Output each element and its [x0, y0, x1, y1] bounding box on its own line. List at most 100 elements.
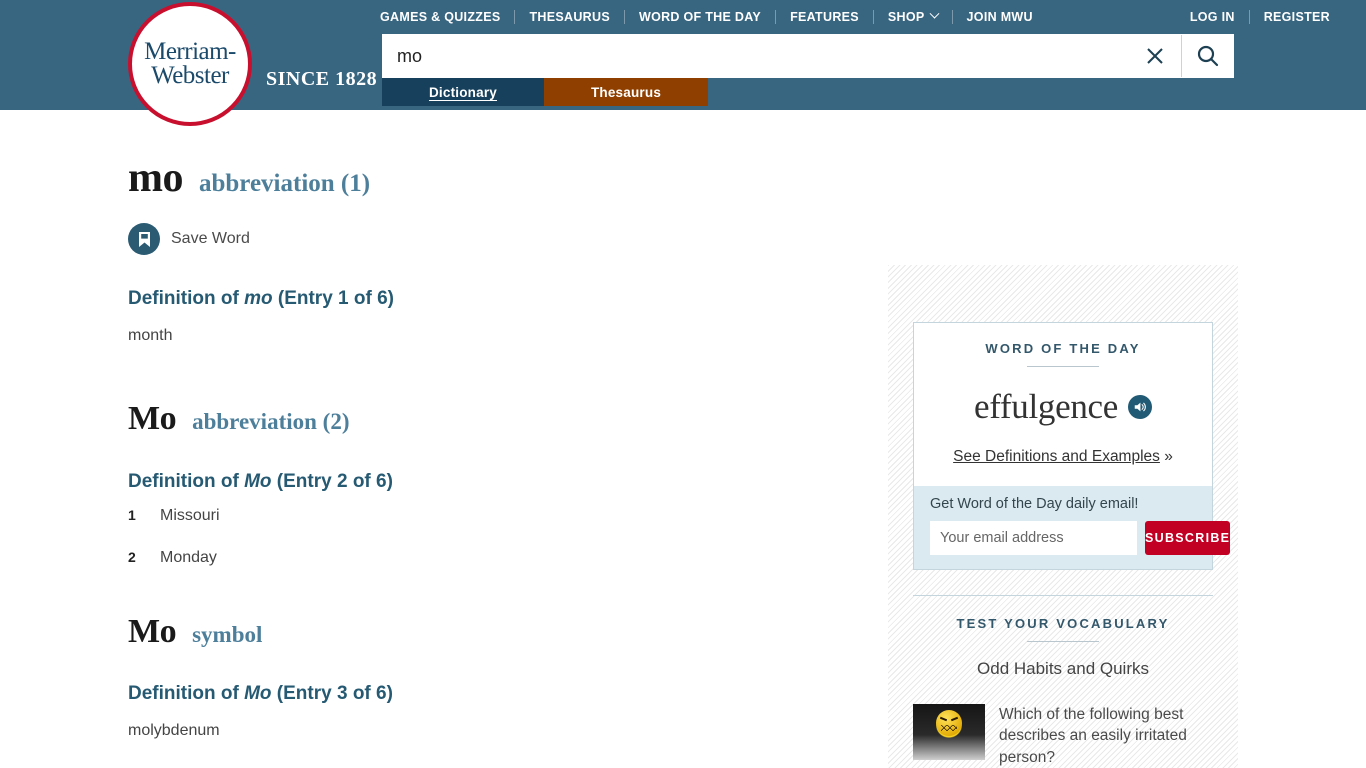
nav-item-games-quizzes[interactable]: GAMES & QUIZZES [380, 10, 514, 24]
logo-since-tagline: SINCE 1828 [266, 67, 378, 90]
quiz-title[interactable]: Odd Habits and Quirks [913, 659, 1213, 679]
entry-1-definition-title: Definition of mo (Entry 1 of 6) [128, 288, 858, 310]
def-word: Mo [244, 470, 272, 492]
logo-circle-badge: Merriam- Webster [128, 2, 252, 126]
chevron-down-icon [929, 8, 939, 19]
logo-line-1: Merriam- [144, 37, 236, 65]
dictionary-thesaurus-tabs: Dictionary Thesaurus [382, 78, 1234, 106]
sense-number: 2 [128, 548, 136, 565]
entry-2: Mo abbreviation (2) Definition of Mo (En… [128, 400, 858, 566]
nav-item-features[interactable]: FEATURES [776, 10, 873, 24]
sense-item: 1 Missouri [128, 507, 858, 525]
angry-face-glyph [936, 710, 962, 737]
test-your-vocabulary-kicker: TEST YOUR VOCABULARY [956, 616, 1170, 631]
word-of-the-day-card: WORD OF THE DAY effulgence See Definitio… [913, 322, 1231, 570]
entry-1-definition-text: month [128, 327, 173, 345]
entry-2-definition-title: Definition of Mo (Entry 2 of 6) [128, 471, 858, 493]
entry-1-part-of-speech: abbreviation (1) [199, 170, 371, 197]
entry-2-head: Mo abbreviation (2) [128, 400, 858, 437]
definition-content: mo abbreviation (1) Save Word Definition… [128, 155, 858, 749]
quiz-question-row: Which of the following best describes an… [913, 704, 1213, 768]
page-body: mo abbreviation (1) Save Word Definition… [0, 110, 1366, 768]
tab-thesaurus-label: Thesaurus [590, 84, 662, 100]
def-prefix: Definition of [128, 682, 245, 704]
sense-text: Missouri [160, 506, 220, 524]
nav-label: FEATURES [790, 9, 859, 24]
def-suffix: (Entry 1 of 6) [272, 288, 394, 310]
word-of-the-day-kicker: WORD OF THE DAY [985, 341, 1141, 356]
eyebrow-left [939, 716, 948, 722]
tab-dictionary[interactable]: Dictionary [382, 78, 544, 106]
word-of-the-day-word[interactable]: effulgence [974, 387, 1118, 427]
entry-spacer [128, 591, 858, 613]
wotd-link-arrow: » [1164, 448, 1173, 465]
account-navigation: LOG IN REGISTER [1190, 0, 1344, 33]
def-suffix: (Entry 3 of 6) [271, 682, 393, 704]
def-suffix: (Entry 2 of 6) [271, 470, 393, 492]
entry-spacer [128, 354, 858, 400]
sense-number: 1 [128, 506, 136, 523]
sidebar: WORD OF THE DAY effulgence See Definitio… [888, 265, 1238, 768]
kicker-rule [1027, 366, 1099, 367]
entry-2-part-of-speech: abbreviation (2) [192, 409, 350, 435]
search-box [382, 34, 1234, 78]
entry-3-headword: Mo [128, 612, 177, 650]
log-in-link[interactable]: LOG IN [1190, 10, 1249, 24]
def-word: mo [244, 288, 273, 310]
def-prefix: Definition of [128, 470, 245, 492]
nav-label: THESAURUS [529, 9, 610, 24]
nav-label: SHOP [887, 9, 925, 24]
def-word: Mo [244, 682, 272, 704]
entry-2-headword: Mo [128, 400, 177, 438]
search-magnifier-icon[interactable] [1181, 35, 1233, 77]
quiz-question-text: Which of the following best describes an… [999, 706, 1187, 766]
entry-1: mo abbreviation (1) Save Word Definition… [128, 155, 858, 348]
nav-item-word-of-the-day[interactable]: WORD OF THE DAY [625, 10, 775, 24]
tab-thesaurus[interactable]: Thesaurus [544, 78, 708, 106]
def-prefix: Definition of [128, 288, 245, 310]
search-input[interactable] [383, 35, 1129, 77]
nav-label: WORD OF THE DAY [638, 9, 762, 24]
wotd-link-label: See Definitions and Examples [953, 448, 1160, 465]
register-label: REGISTER [1263, 9, 1330, 24]
nav-item-thesaurus[interactable]: THESAURUS [515, 10, 623, 24]
nav-label: JOIN MWU [966, 9, 1033, 24]
tab-dictionary-label: Dictionary [428, 84, 498, 100]
entry-3-definition-title: Definition of Mo (Entry 3 of 6) [128, 683, 858, 705]
word-of-the-day-email-signup: Get Word of the Day daily email! SUBSCRI… [914, 486, 1231, 569]
save-word-button[interactable]: Save Word [128, 223, 858, 256]
bookmark-icon [128, 223, 160, 256]
sense-text: Monday [160, 548, 217, 566]
site-header: GAMES & QUIZZES THESAURUS WORD OF THE DA… [0, 0, 1366, 126]
zigzag-mouth [941, 725, 957, 732]
search-area: Dictionary Thesaurus [382, 34, 1234, 106]
merriam-webster-logo[interactable]: Merriam- Webster SINCE 1828 [128, 2, 377, 126]
entry-3-definition-text: molybdenum [128, 721, 220, 739]
nav-item-shop[interactable]: SHOP [874, 8, 952, 24]
email-field[interactable] [930, 521, 1137, 555]
register-link[interactable]: REGISTER [1250, 10, 1344, 24]
test-your-vocabulary-card: TEST YOUR VOCABULARY Odd Habits and Quir… [913, 595, 1213, 768]
email-signup-label: Get Word of the Day daily email! [930, 496, 1139, 512]
speaker-audio-icon[interactable] [1128, 395, 1153, 419]
kicker-rule [1027, 641, 1099, 642]
entry-3-part-of-speech: symbol [192, 621, 263, 647]
angry-face-ball-image[interactable] [913, 704, 985, 760]
page-title: mo [128, 155, 184, 201]
nav-item-join-mwu[interactable]: JOIN MWU [953, 10, 1047, 24]
entry-3: Mo symbol Definition of Mo (Entry 3 of 6… [128, 613, 858, 743]
subscribe-button[interactable]: SUBSCRIBE [1145, 521, 1231, 555]
entry-2-sense-list: 1 Missouri 2 Monday [128, 507, 858, 567]
save-word-label: Save Word [171, 230, 250, 248]
nav-label: GAMES & QUIZZES [380, 9, 501, 24]
word-of-the-day-word-row: effulgence [930, 387, 1196, 427]
log-in-label: LOG IN [1189, 9, 1235, 24]
email-signup-row: SUBSCRIBE [930, 521, 1231, 555]
eyebrow-right [950, 716, 959, 722]
see-definitions-and-examples-link[interactable]: See Definitions and Examples » [930, 448, 1196, 466]
close-x-icon[interactable] [1129, 35, 1181, 77]
primary-navigation: GAMES & QUIZZES THESAURUS WORD OF THE DA… [380, 0, 1047, 33]
logo-line-2: Webster [151, 62, 229, 89]
entry-1-head: mo abbreviation (1) [128, 155, 858, 201]
sense-item: 2 Monday [128, 549, 858, 567]
